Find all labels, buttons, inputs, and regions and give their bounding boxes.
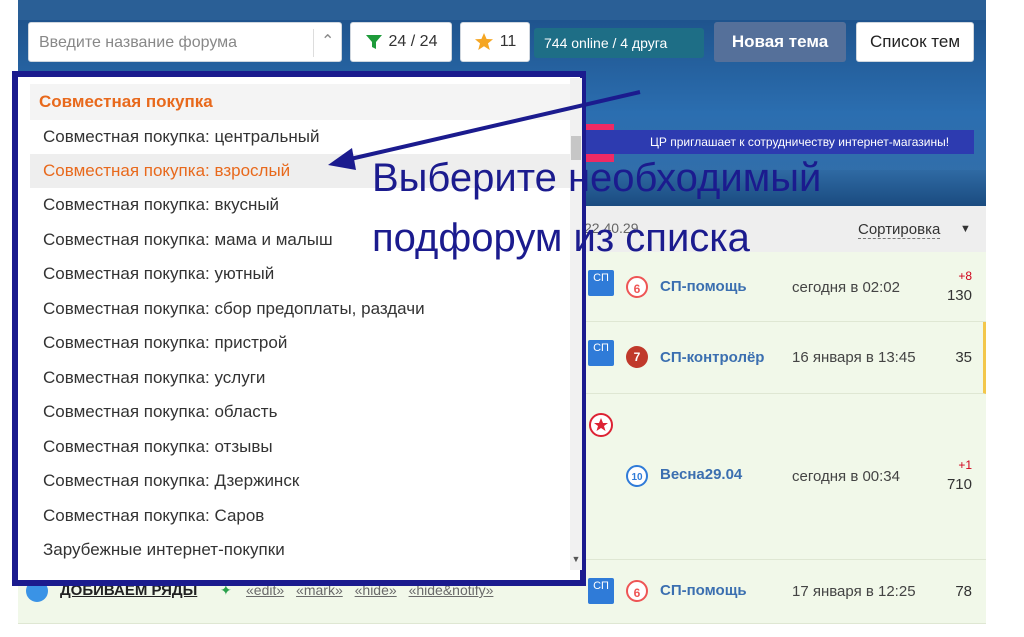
annotation-line-2: подфорум из списка <box>372 216 750 260</box>
screen: ЦР приглашает к сотрудничеству интернет-… <box>0 0 1024 637</box>
annotation-text: Выберите необходимый подфорум из списка <box>372 148 892 268</box>
annotation-arrow <box>328 90 641 170</box>
annotation-line-1: Выберите необходимый <box>372 156 822 200</box>
